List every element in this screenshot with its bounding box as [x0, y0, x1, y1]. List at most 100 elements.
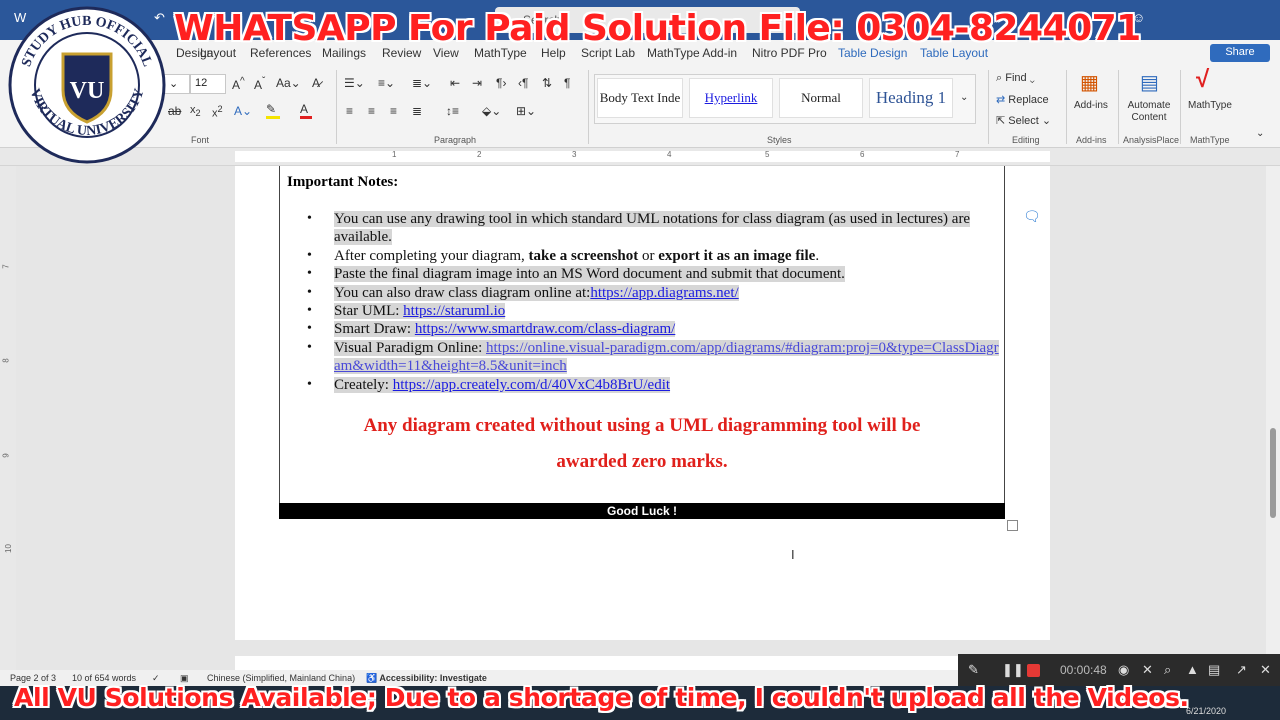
language-indicator[interactable]: Chinese (Simplified, Mainland China): [207, 673, 355, 683]
find-button[interactable]: ⌕ Find ⌄: [996, 72, 1035, 85]
group-mathtype-label: MathType: [1190, 135, 1230, 145]
change-case-icon[interactable]: Aa⌄: [276, 76, 301, 90]
clear-formatting-icon[interactable]: A̷: [312, 76, 320, 90]
align-left-icon[interactable]: ≡: [346, 104, 353, 118]
find-icon: ⌕: [996, 72, 1006, 84]
group-styles-label: Styles: [767, 135, 792, 145]
superscript-icon[interactable]: x2: [212, 104, 223, 120]
diagrams-net-link[interactable]: https://app.diagrams.net/: [590, 285, 738, 301]
mute-icon[interactable]: ✕: [1142, 662, 1153, 678]
notes-list: You can use any drawing tool in which st…: [287, 210, 1003, 394]
style-hyperlink[interactable]: Hyperlink: [689, 78, 773, 118]
style-body-text-indent[interactable]: Body Text Inde: [597, 78, 683, 118]
numbering-icon[interactable]: ≡⌄: [378, 76, 395, 90]
decrease-indent-icon[interactable]: ⇤: [450, 76, 460, 90]
comment-icon[interactable]: 🗨: [1023, 208, 1041, 225]
style-heading-1[interactable]: Heading 1: [869, 78, 953, 118]
ruler-number: 6: [860, 150, 865, 159]
mathtype-button-label[interactable]: MathType: [1188, 100, 1232, 111]
scrollbar-thumb[interactable]: [1270, 428, 1276, 518]
divider: [988, 70, 989, 144]
increase-indent-icon[interactable]: ⇥: [472, 76, 482, 90]
align-right-icon[interactable]: ≡: [390, 104, 397, 118]
replace-button[interactable]: ⇄ Replace: [996, 93, 1049, 106]
group-editing-label: Editing: [1012, 135, 1040, 145]
bullets-icon[interactable]: ☰⌄: [344, 76, 365, 90]
ruler-number: 7: [955, 150, 960, 159]
ruler-page-area: [235, 151, 1050, 162]
style-normal[interactable]: Normal: [779, 78, 863, 118]
font-color-icon[interactable]: A: [300, 102, 312, 119]
styles-more-icon[interactable]: ⌄: [960, 92, 968, 103]
replace-icon: ⇄: [996, 94, 1009, 106]
edit-icon[interactable]: ↗: [1236, 662, 1247, 678]
grow-font-icon[interactable]: A^: [232, 76, 245, 92]
sort-icon[interactable]: ⇅: [542, 76, 552, 90]
vertical-scrollbar[interactable]: [1266, 166, 1280, 670]
staruml-link[interactable]: https://staruml.io: [403, 303, 505, 319]
note-text: Creately:: [334, 376, 393, 393]
vruler-number: 8: [1, 358, 11, 363]
next-page[interactable]: [235, 656, 1050, 670]
chat-icon[interactable]: ▤: [1208, 662, 1220, 678]
alert-icon[interactable]: ▲: [1186, 662, 1199, 677]
ruler-number: 5: [765, 150, 770, 159]
shrink-font-icon[interactable]: Aˇ: [254, 76, 265, 92]
ltr-icon[interactable]: ¶›: [496, 76, 506, 90]
pen-icon[interactable]: ✎: [968, 662, 979, 678]
collapse-ribbon-icon[interactable]: ⌄: [1256, 128, 1264, 139]
ruler-number: 3: [572, 150, 577, 159]
automate-content-button-label[interactable]: Automate Content: [1126, 100, 1172, 124]
ruler-number: 1: [392, 150, 397, 159]
addins-button-label[interactable]: Add-ins: [1074, 100, 1108, 111]
ruler-number: 2: [477, 150, 482, 159]
svg-text:VU: VU: [70, 78, 105, 104]
note-text: Smart Draw:: [334, 321, 415, 338]
addins-icon[interactable]: ▦: [1080, 70, 1099, 95]
list-item: Visual Paradigm Online: https://online.v…: [287, 339, 1003, 376]
accessibility-icon: ♿: [366, 673, 380, 683]
font-size-dropdown[interactable]: 12: [190, 74, 226, 94]
camera-icon[interactable]: ◉: [1118, 662, 1129, 678]
select-icon: ⇱: [996, 115, 1009, 127]
document-page[interactable]: Important Notes: You can use any drawing…: [235, 166, 1050, 640]
align-center-icon[interactable]: ≡: [368, 104, 375, 118]
borders-icon[interactable]: ⊞⌄: [516, 104, 536, 118]
accessibility-label: Accessibility: Investigate: [379, 673, 487, 683]
smartdraw-link[interactable]: https://www.smartdraw.com/class-diagram/: [415, 321, 676, 337]
ruler-number: 4: [667, 150, 672, 159]
subscript-icon[interactable]: x2: [190, 104, 201, 118]
table-resize-handle[interactable]: [1007, 520, 1018, 531]
highlight-color-icon[interactable]: ✎: [266, 102, 280, 119]
good-luck-banner: Good Luck !: [279, 503, 1005, 519]
word-count[interactable]: 10 of 654 words: [72, 673, 136, 683]
line-spacing-icon[interactable]: ↕≡: [446, 104, 459, 118]
text-effects-icon[interactable]: A⌄: [234, 104, 252, 118]
warning-line-1: Any diagram created without using a UML …: [363, 415, 921, 436]
zoom-icon[interactable]: ⌕: [1164, 662, 1171, 678]
select-label: Select: [1008, 115, 1039, 127]
shading-icon[interactable]: ⬙⌄: [482, 104, 501, 118]
vertical-ruler[interactable]: 7 8 9 10: [0, 166, 16, 676]
mathtype-icon[interactable]: √: [1196, 66, 1209, 94]
divider: [336, 70, 337, 144]
justify-icon[interactable]: ≣: [412, 104, 422, 118]
creately-link[interactable]: https://app.creately.com/d/40VxC4b8BrU/e…: [393, 377, 670, 393]
rtl-icon[interactable]: ‹¶: [518, 76, 528, 90]
note-bold-text: take a screenshot: [528, 247, 639, 264]
list-item: Paste the final diagram image into an MS…: [287, 265, 1003, 284]
multilevel-list-icon[interactable]: ≣⌄: [412, 76, 432, 90]
select-button[interactable]: ⇱ Select ⌄: [996, 114, 1051, 127]
study-hub-logo: VU STUDY HUB OFFICIAL VIRTUAL UNIVERSITY: [8, 6, 166, 164]
note-text: .: [815, 247, 820, 264]
show-marks-icon[interactable]: ¶: [564, 76, 570, 90]
page-count[interactable]: Page 2 of 3: [10, 673, 56, 683]
divider: [1118, 70, 1119, 144]
pause-icon[interactable]: ❚❚: [1002, 662, 1024, 678]
automate-content-icon[interactable]: ▤: [1140, 70, 1159, 95]
strikethrough-icon[interactable]: ab: [168, 104, 181, 118]
stop-icon[interactable]: [1027, 664, 1040, 677]
close-icon[interactable]: ✕: [1260, 662, 1271, 678]
note-bold-text: export it as an image file: [658, 247, 816, 264]
horizontal-ruler[interactable]: 1 2 3 4 5 6 7: [0, 148, 1280, 166]
